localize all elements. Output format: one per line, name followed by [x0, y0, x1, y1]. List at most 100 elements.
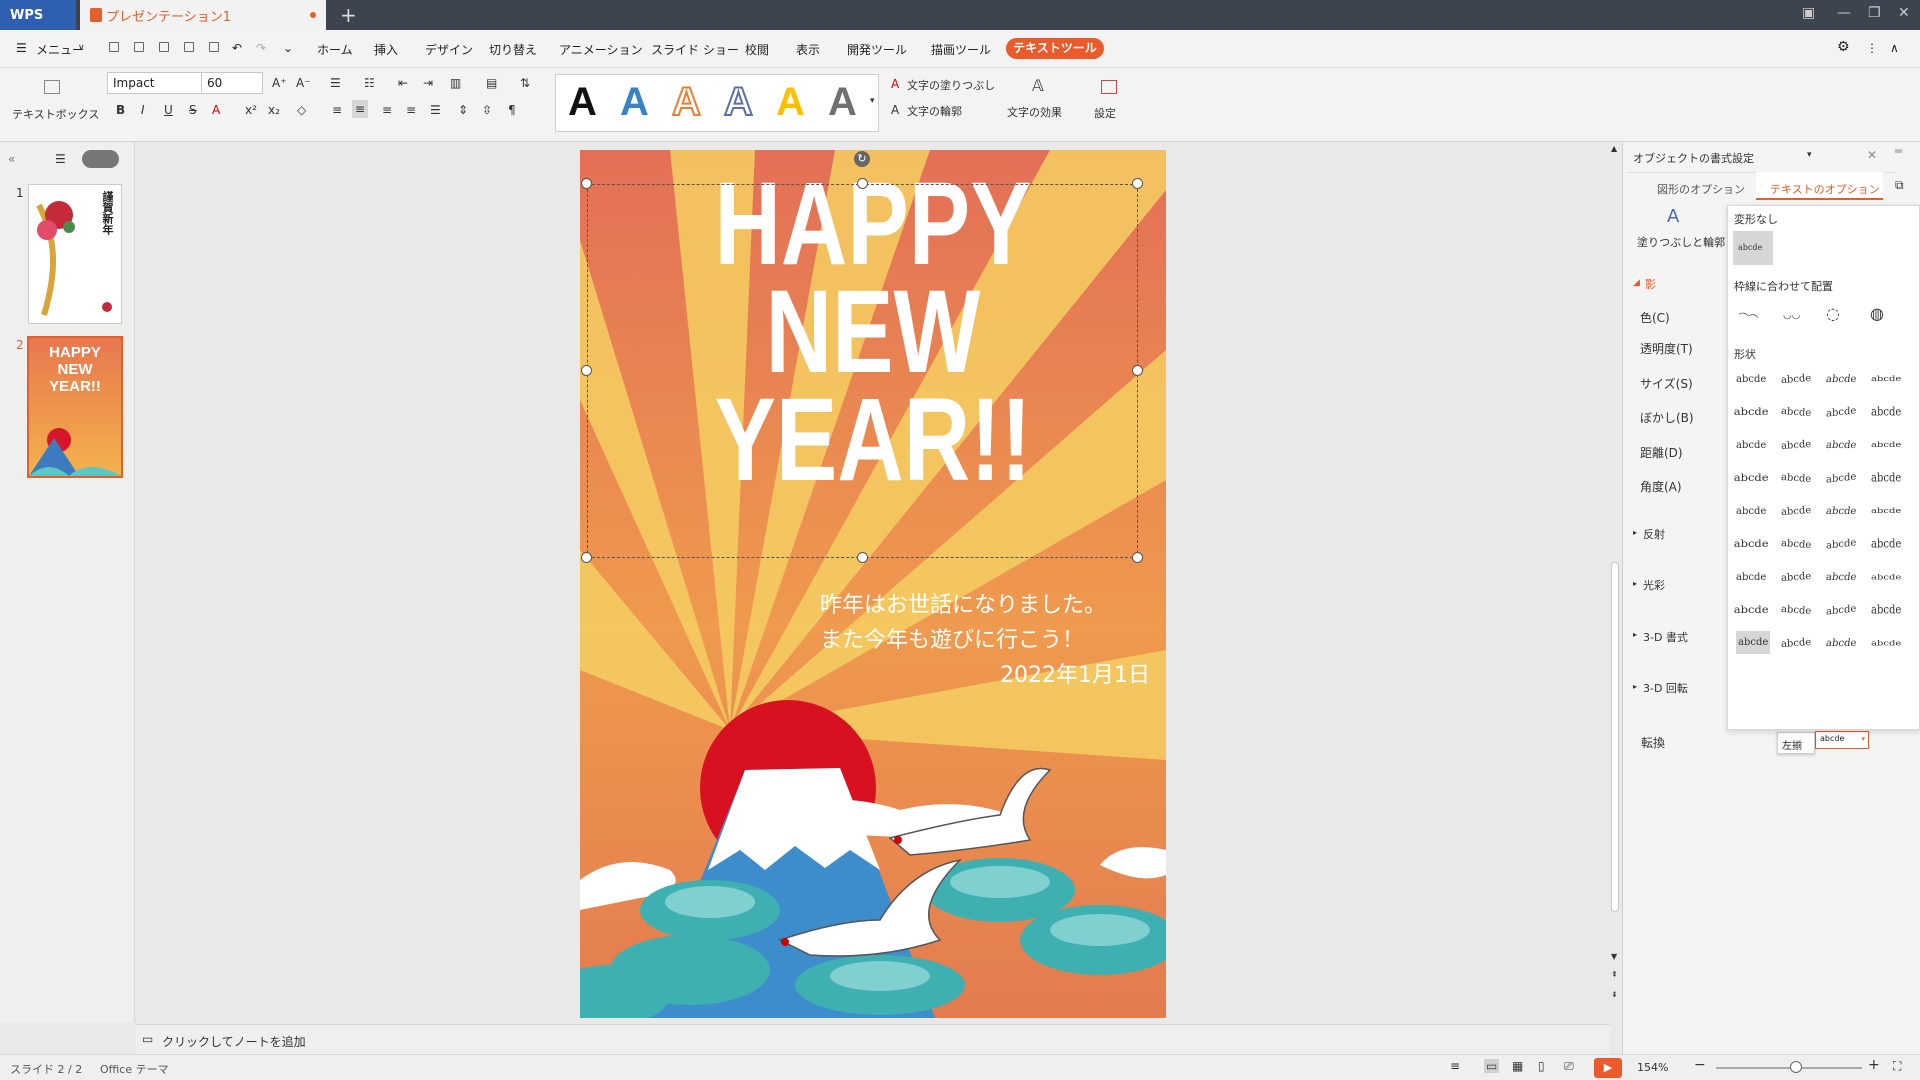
zoom-level[interactable]: 154% [1637, 1061, 1668, 1074]
menu-review[interactable]: 校閲 [745, 41, 769, 58]
text-outline-button[interactable]: 文字の輪郭 [907, 103, 962, 119]
close-icon[interactable]: ✕ [1898, 5, 1910, 21]
resize-handle[interactable] [1132, 552, 1143, 563]
warp-shape-option[interactable]: abcde [1736, 631, 1771, 654]
chevron-down-icon[interactable]: ∨ [78, 43, 85, 53]
panel-close-icon[interactable]: ✕ [1867, 148, 1877, 162]
message-textbox[interactable]: 昨年はお世話になりました。 また今年も遊びに行こう！ 2022年1月1日 [820, 588, 1150, 693]
text-effect-button[interactable]: 文字の効果 [1007, 104, 1062, 120]
zoom-in-icon[interactable]: + [1868, 1057, 1880, 1073]
menu-view[interactable]: 表示 [796, 41, 820, 58]
menu-drawing-tools[interactable]: 描画ツール [931, 41, 991, 58]
wps-home-tab[interactable]: WPS [0, 0, 76, 30]
resize-handle[interactable] [581, 552, 592, 563]
numbering-icon[interactable]: ☷ [364, 76, 375, 90]
resize-handle[interactable] [581, 178, 592, 189]
slide-sorter-icon[interactable]: ▦ [1512, 1059, 1523, 1073]
reflection-expand-icon[interactable]: ▸ [1633, 528, 1637, 537]
next-slide-icon[interactable]: ⇟ [1611, 990, 1618, 999]
warp-shape-option[interactable]: abcde [1781, 439, 1812, 452]
warp-shape-option[interactable]: abcde [1826, 471, 1856, 485]
slide-thumbnail-1[interactable]: 謹賀新年 [28, 184, 122, 324]
align-left-icon[interactable]: ≡ [332, 103, 342, 117]
3d-rotation-expand-icon[interactable]: ▸ [1633, 682, 1637, 691]
3d-format-expand-icon[interactable]: ▸ [1633, 630, 1637, 639]
grow-font-icon[interactable]: A⁺ [272, 76, 287, 90]
fit-window-icon[interactable]: ⛶ [1893, 1059, 1901, 1074]
text-outline-icon[interactable]: A [891, 103, 899, 117]
text-effect-icon[interactable]: 𝔸 [1032, 76, 1044, 95]
warp-shape-option[interactable]: abcde [1826, 405, 1856, 419]
warp-shape-option[interactable]: abcde [1736, 506, 1766, 517]
vertical-scrollbar[interactable]: ▲ ▼ ⇞ ⇟ [1608, 142, 1622, 1022]
menu-home[interactable]: ホーム [317, 41, 353, 58]
theme-name[interactable]: Office テーマ [100, 1061, 169, 1077]
warp-arch-down[interactable]: ◡◡ [1783, 310, 1800, 321]
menu-slideshow[interactable]: スライド ショー [651, 41, 739, 58]
maximize-icon[interactable]: ❐ [1868, 5, 1881, 21]
superscript-icon[interactable]: x² [245, 103, 257, 117]
warp-shape-option[interactable]: abcde [1734, 539, 1769, 550]
line-spacing-icon[interactable]: ⇕ [458, 103, 468, 117]
warp-shape-option[interactable]: abcde [1734, 473, 1769, 484]
tab-text-options[interactable]: テキストのオプション [1756, 172, 1883, 200]
presenter-icon[interactable]: ⎚ [1564, 1059, 1574, 1074]
paragraph-spacing-icon[interactable]: ⇳ [482, 103, 492, 117]
open-icon[interactable] [109, 42, 119, 52]
decrease-indent-icon[interactable]: ⇤ [398, 76, 408, 90]
panel-title-dropdown-icon[interactable]: ▾ [1807, 150, 1812, 160]
normal-view-icon[interactable]: ▭ [1484, 1059, 1500, 1073]
glow-expand-icon[interactable]: ▸ [1633, 579, 1637, 588]
fill-outline-icon[interactable]: A [1667, 206, 1679, 227]
layout-icon[interactable]: ▣ [1802, 5, 1815, 21]
menu-insert[interactable]: 挿入 [374, 41, 398, 58]
warp-shape-option[interactable]: abcde [1781, 373, 1812, 386]
columns-icon[interactable]: ▥ [450, 76, 461, 90]
warp-shape-option[interactable]: abcde [1871, 376, 1901, 384]
resize-handle[interactable] [581, 365, 592, 376]
tab-shape-options[interactable]: 図形のオプション [1657, 181, 1745, 197]
warp-shape-option[interactable]: abcde [1736, 374, 1766, 385]
clear-format-icon[interactable]: ◇ [297, 103, 306, 117]
zoom-slider-thumb[interactable] [1790, 1061, 1802, 1073]
notes-toggle-icon[interactable]: ≡ [1450, 1059, 1460, 1073]
notes-placeholder[interactable]: クリックしてノートを追加 [162, 1033, 306, 1050]
warp-shape-option[interactable]: abcde [1734, 407, 1769, 418]
underline-button[interactable]: U [164, 103, 173, 117]
menu-design[interactable]: デザイン [425, 41, 473, 58]
reflection-section[interactable]: 反射 [1643, 526, 1665, 542]
scroll-thumb[interactable] [1611, 562, 1619, 912]
warp-shape-option[interactable]: abcde [1826, 603, 1856, 617]
warp-shape-option[interactable]: abcde [1871, 442, 1901, 450]
panel-menu-icon[interactable]: ═ [1895, 144, 1902, 158]
warp-shape-option[interactable]: abcde [1825, 440, 1857, 451]
warp-circle[interactable]: ◌ [1826, 304, 1840, 323]
warp-shape-option[interactable]: abcde [1871, 406, 1901, 419]
slide-view-icon[interactable] [82, 150, 119, 168]
warp-shape-option[interactable]: abcde [1781, 538, 1812, 551]
reading-view-icon[interactable]: ▯ [1538, 1059, 1545, 1073]
zoom-out-icon[interactable]: − [1694, 1057, 1706, 1073]
align-right-icon[interactable]: ≡ [382, 103, 392, 117]
menu-button[interactable]: メニュー [36, 41, 84, 58]
warp-shape-option[interactable]: abcde [1825, 374, 1857, 385]
hamburger-icon[interactable]: ☰ [16, 41, 27, 55]
warp-shape-option[interactable]: abcde [1826, 537, 1856, 551]
settings-gear-icon[interactable]: ⚙ [1837, 39, 1850, 55]
play-slideshow-icon[interactable]: ▶ [1594, 1058, 1622, 1078]
preview-icon[interactable] [209, 42, 219, 52]
distribute-icon[interactable]: ☰ [430, 103, 441, 117]
warp-shape-option[interactable]: abcde [1871, 640, 1901, 648]
warp-shape-option[interactable]: abcde [1871, 472, 1901, 485]
warp-shape-option[interactable]: abcde [1736, 440, 1766, 451]
font-name-select[interactable]: Impact [107, 72, 202, 94]
minimize-icon[interactable]: — [1837, 5, 1851, 21]
bullets-icon[interactable]: ☰ [330, 76, 341, 90]
shrink-font-icon[interactable]: A⁻ [296, 76, 311, 90]
warp-shape-option[interactable]: abcde [1781, 637, 1812, 650]
scroll-down-icon[interactable]: ▼ [1611, 952, 1617, 961]
settings-button[interactable]: 設定 [1094, 105, 1116, 121]
customize-icon[interactable]: ⌄ [283, 41, 293, 55]
font-size-select[interactable]: 60 [201, 72, 263, 94]
text-style-gray[interactable]: A [828, 80, 857, 125]
